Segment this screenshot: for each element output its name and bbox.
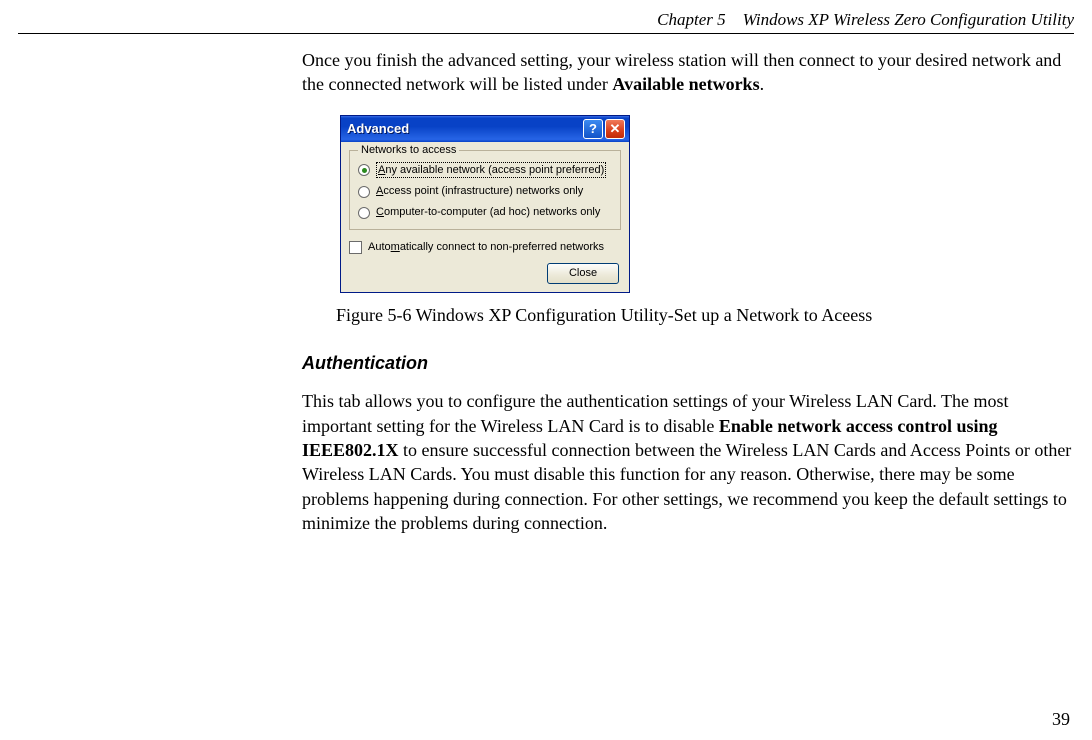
radio-access-point-only[interactable]: Access point (infrastructure) networks o… [358, 181, 612, 202]
dialog-title: Advanced [347, 120, 581, 138]
page-number: 39 [1052, 709, 1070, 730]
radio-any-available[interactable]: Any available network (access point pref… [358, 159, 612, 182]
intro-paragraph: Once you finish the advanced setting, yo… [302, 48, 1074, 97]
radio-adhoc-only[interactable]: Computer-to-computer (ad hoc) networks o… [358, 202, 612, 223]
authentication-paragraph: This tab allows you to configure the aut… [302, 389, 1074, 535]
auth-text-c: to ensure successful connection between … [302, 440, 1071, 533]
group-legend: Networks to access [358, 143, 459, 158]
chapter-label: Chapter 5 [657, 10, 725, 29]
radio-icon [358, 207, 370, 219]
dialog-titlebar: Advanced ? ✕ [341, 116, 629, 142]
intro-bold: Available networks [612, 74, 759, 94]
radio-label-adhoc: Computer-to-computer (ad hoc) networks o… [376, 205, 600, 220]
auto-connect-checkbox-row[interactable]: Automatically connect to non-preferred n… [349, 236, 621, 263]
radio-icon [358, 164, 370, 176]
advanced-dialog: Advanced ? ✕ Networks to access Any avai… [340, 115, 630, 293]
figure-dialog: Advanced ? ✕ Networks to access Any avai… [340, 115, 1064, 293]
checkbox-icon [349, 241, 362, 254]
chapter-title: Windows XP Wireless Zero Configuration U… [743, 10, 1074, 29]
radio-dot-icon [362, 168, 367, 173]
radio-label-any: Any available network (access point pref… [376, 162, 606, 179]
dialog-body: Networks to access Any available network… [341, 142, 629, 292]
running-header: Chapter 5 Windows XP Wireless Zero Confi… [18, 10, 1074, 34]
networks-to-access-group: Networks to access Any available network… [349, 150, 621, 231]
close-icon[interactable]: ✕ [605, 119, 625, 139]
checkbox-label: Automatically connect to non-preferred n… [368, 240, 604, 255]
figure-caption: Figure 5-6 Windows XP Configuration Util… [336, 303, 1074, 327]
close-button[interactable]: Close [547, 263, 619, 284]
radio-label-ap: Access point (infrastructure) networks o… [376, 184, 583, 199]
radio-icon [358, 186, 370, 198]
help-icon[interactable]: ? [583, 119, 603, 139]
section-heading-authentication: Authentication [302, 351, 1074, 375]
intro-text-b: . [760, 74, 765, 94]
dialog-button-row: Close [349, 263, 621, 284]
